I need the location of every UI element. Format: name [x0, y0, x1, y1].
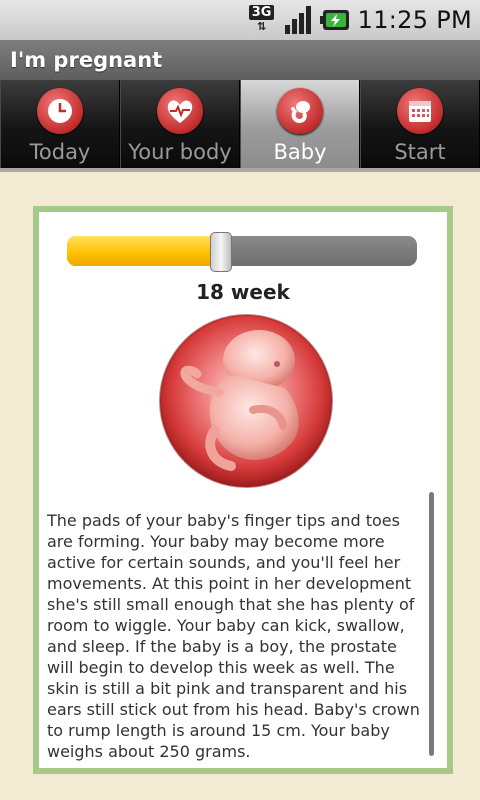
tab-baby-label: Baby [273, 140, 327, 164]
app-title: I'm pregnant [10, 48, 163, 72]
clock-icon [37, 88, 83, 134]
status-bar: 3G ⇅ 11:25 PM [0, 0, 480, 40]
week-label: 18 week [196, 280, 290, 304]
tab-baby[interactable]: Baby [240, 80, 360, 168]
calendar-icon [397, 88, 443, 134]
tab-today[interactable]: Today [0, 80, 120, 168]
week-slider-thumb[interactable] [210, 232, 232, 272]
network-3g-icon: 3G ⇅ [248, 5, 276, 35]
tab-your-body[interactable]: Your body [120, 80, 240, 168]
clock-time: 11:25 PM [357, 6, 472, 34]
week-slider-fill [67, 236, 221, 266]
baby-icon [277, 88, 323, 134]
week-description: The pads of your baby's finger tips and … [47, 511, 420, 761]
tab-bar: Today Your body Baby Start [0, 80, 480, 172]
tab-your-body-label: Your body [128, 140, 232, 164]
network-type: 3G [248, 5, 275, 20]
battery-charging-icon [319, 9, 350, 31]
heart-icon [157, 88, 203, 134]
signal-icon [284, 5, 312, 35]
content-area: 18 week The pads of your baby's finger t… [0, 172, 480, 800]
week-slider-track[interactable] [67, 236, 417, 266]
baby-week-card: 18 week The pads of your baby's finger t… [33, 206, 453, 774]
description-scrollbar[interactable] [429, 492, 434, 756]
fetus-image [157, 312, 335, 490]
tab-start-label: Start [394, 140, 446, 164]
tab-today-label: Today [29, 140, 91, 164]
app-title-bar: I'm pregnant [0, 40, 480, 80]
tab-start[interactable]: Start [360, 80, 480, 168]
